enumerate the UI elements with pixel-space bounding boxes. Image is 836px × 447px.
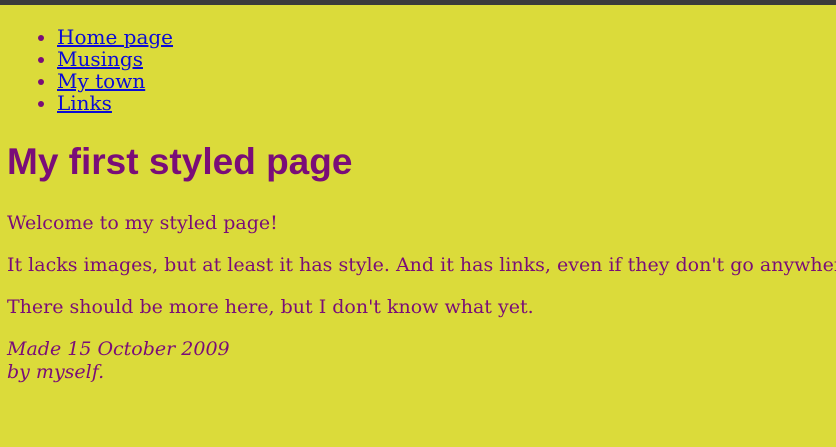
nav-link-home-page[interactable]: Home page — [57, 25, 173, 49]
navigation-menu: Home page Musings My town Links — [0, 26, 173, 114]
page-title: My first styled page — [7, 141, 353, 182]
by-line-wrapper: by myself. — [7, 361, 230, 384]
nav-item-my-town: My town — [57, 70, 173, 92]
welcome-paragraph: Welcome to my styled page! — [7, 212, 278, 234]
more-paragraph: There should be more here, but I don't k… — [7, 296, 534, 318]
nav-link-links[interactable]: Links — [57, 91, 112, 115]
nav-link-my-town[interactable]: My town — [57, 69, 145, 93]
style-paragraph: It lacks images, but at least it has sty… — [7, 254, 836, 276]
top-border-bar — [0, 0, 836, 5]
nav-item-musings: Musings — [57, 48, 173, 70]
nav-item-home: Home page — [57, 26, 173, 48]
by-line: by myself — [7, 361, 99, 383]
author-address: Made 15 October 2009 by myself. — [7, 338, 230, 384]
made-date-line: Made 15 October 2009 — [7, 338, 230, 360]
by-line-period: . — [98, 361, 105, 383]
nav-item-links: Links — [57, 92, 173, 114]
nav-link-musings[interactable]: Musings — [57, 47, 143, 71]
